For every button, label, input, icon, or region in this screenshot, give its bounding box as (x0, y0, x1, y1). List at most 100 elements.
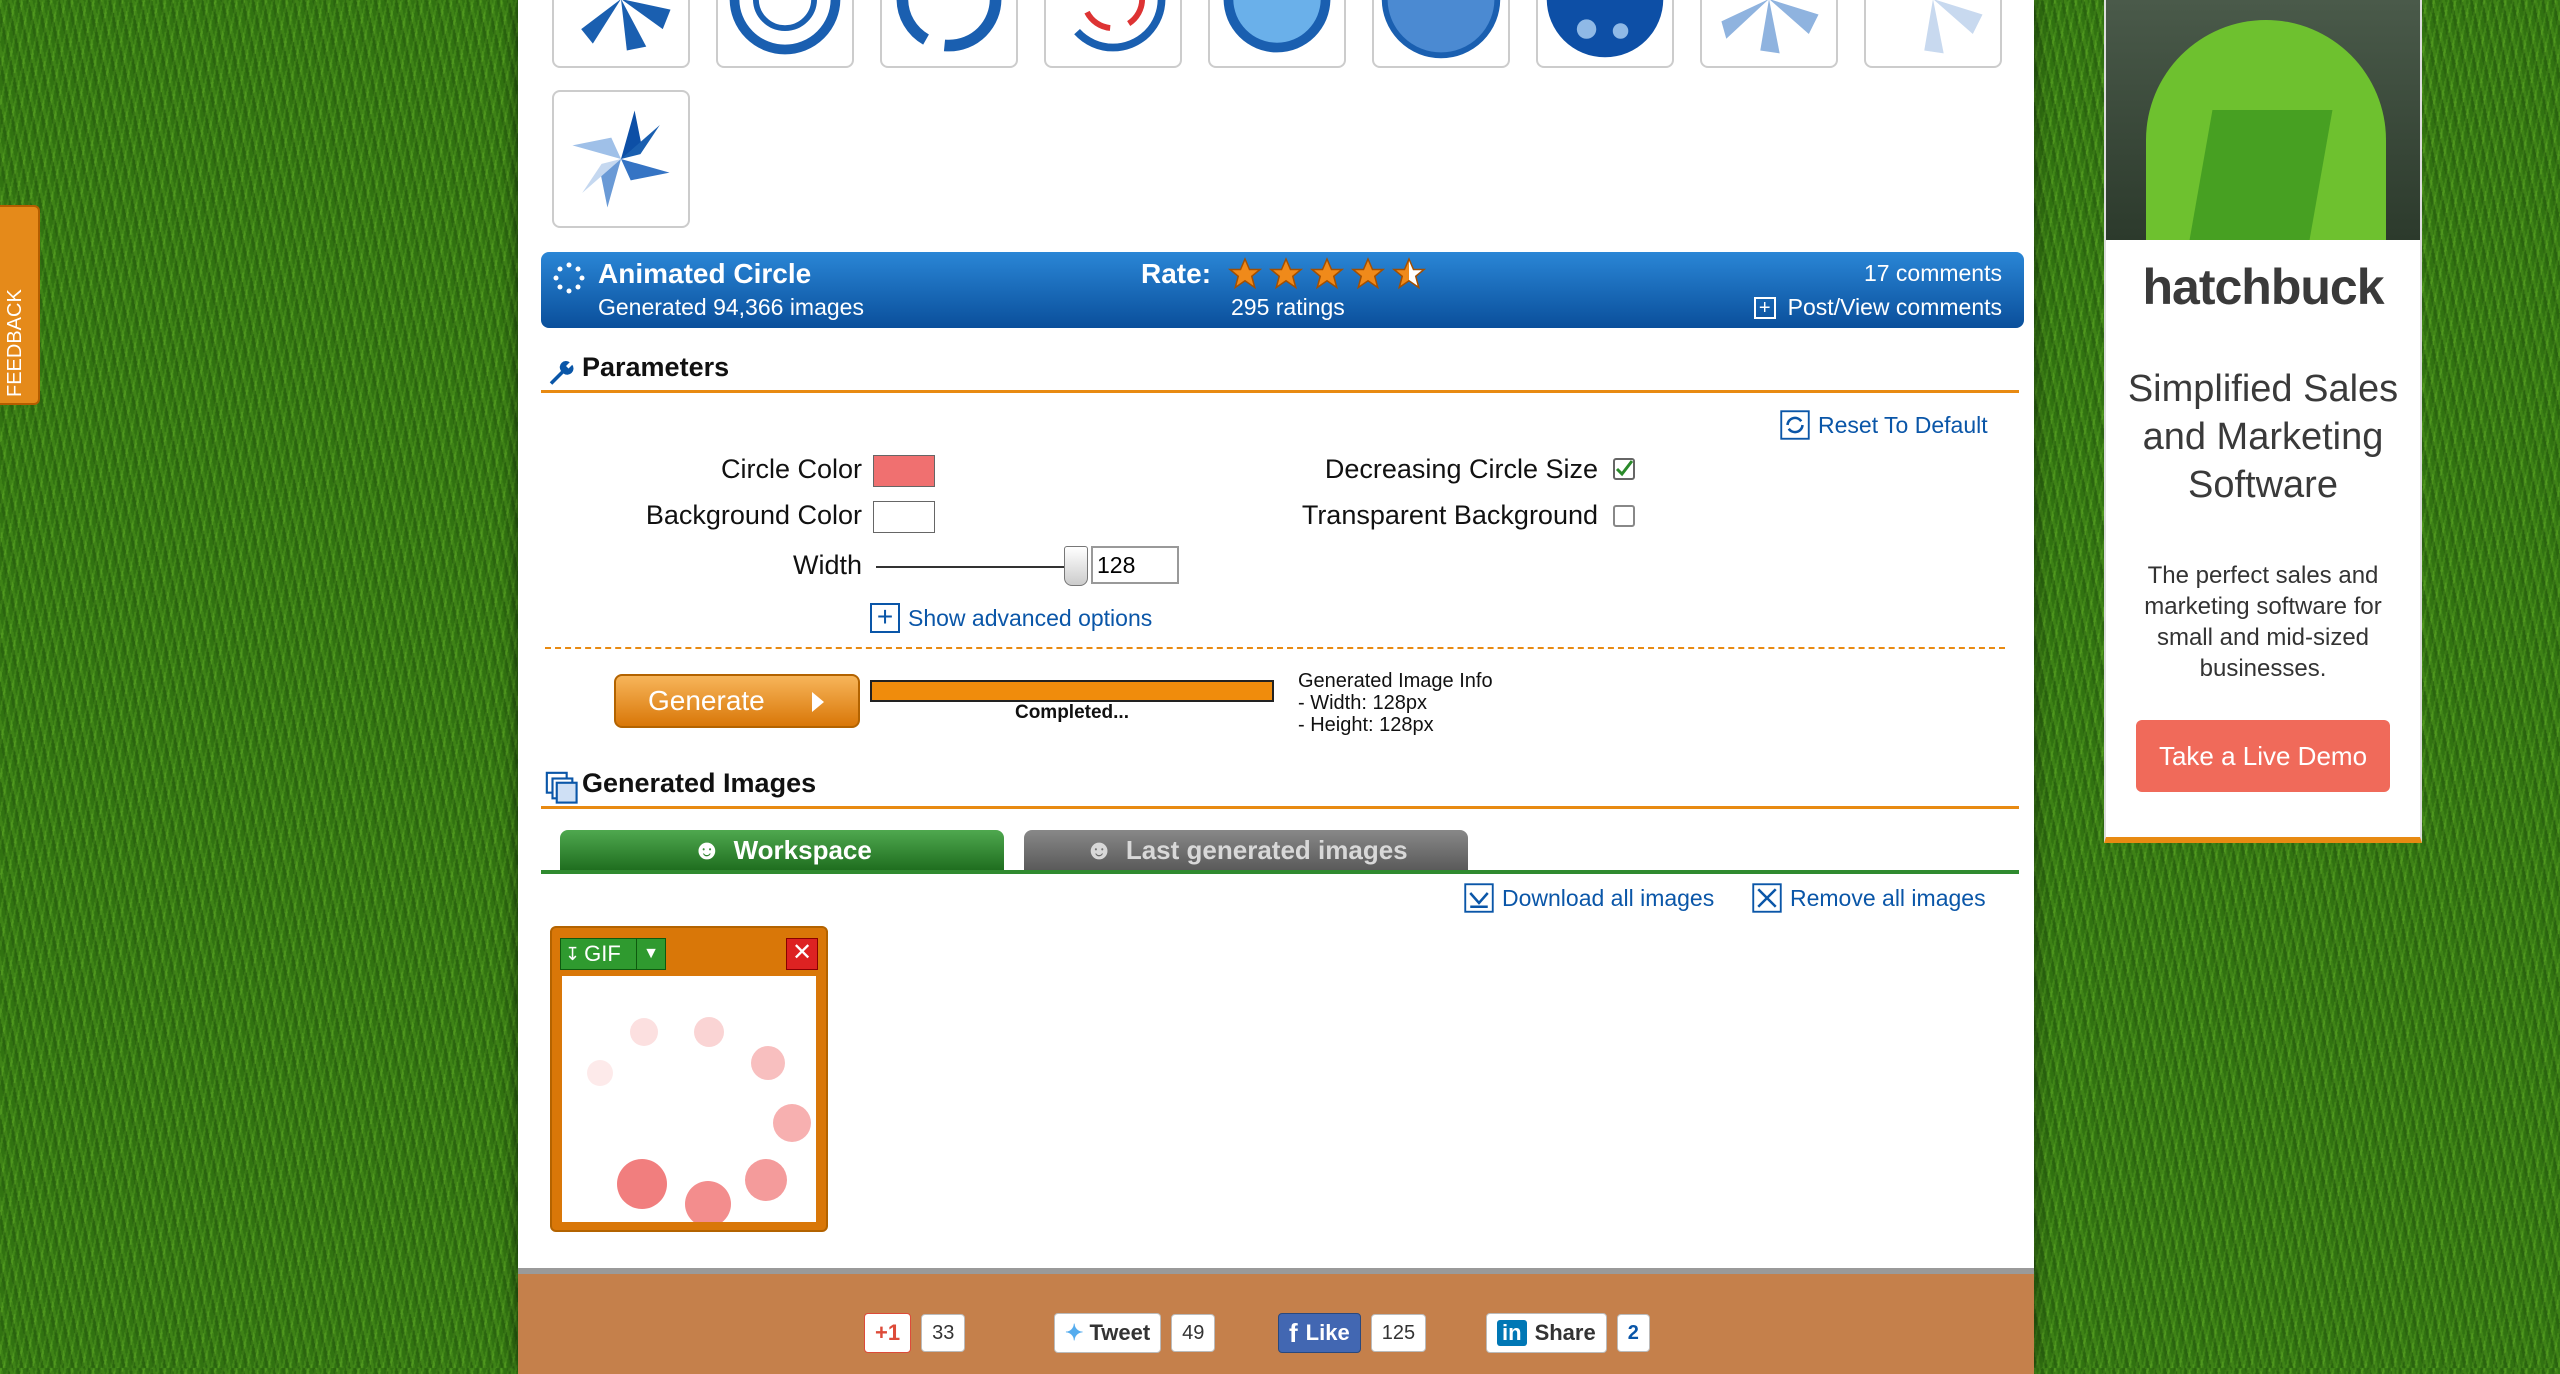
preset-thumb[interactable] (1536, 0, 1674, 68)
ad-body: The perfect sales and marketing software… (2144, 562, 2382, 682)
transparent-bg-label: Transparent Background (1301, 500, 1598, 530)
feedback-label: FEEDBACK (4, 289, 26, 397)
width-slider-track[interactable] (876, 566, 1076, 568)
progress-bar (870, 680, 1274, 702)
remove-all-label: Remove all images (1790, 884, 1986, 911)
close-icon[interactable]: ✕ (786, 938, 818, 970)
format-label: GIF (584, 941, 621, 966)
preset-thumb[interactable] (552, 0, 690, 68)
download-gif-button[interactable]: ↧ GIF (560, 938, 638, 970)
section-divider (541, 390, 2019, 393)
tweet-count: 49 (1171, 1314, 1216, 1352)
download-icon: ↧ (565, 943, 581, 964)
plus-icon: + (870, 603, 900, 633)
rate-label: Rate: (1141, 258, 1212, 289)
background-color-swatch[interactable] (873, 501, 935, 533)
linkedin-icon: in (1497, 1320, 1527, 1346)
download-icon (1464, 883, 1494, 913)
refresh-icon (1780, 410, 1810, 440)
post-view-comments-link[interactable]: + Post/View comments (1753, 294, 2002, 321)
generated-image-preview (562, 976, 816, 1227)
ad-photo (2106, 0, 2420, 240)
tab-last-generated[interactable]: ☻ Last generated images (1024, 830, 1468, 870)
download-all-label: Download all images (1502, 884, 1715, 911)
person-icon: ☻ (692, 834, 722, 865)
facebook-like[interactable]: f Like 125 (1278, 1312, 1427, 1354)
width-slider-handle[interactable] (1064, 546, 1088, 586)
rating-stars[interactable] (1227, 256, 1427, 292)
like-label: Like (1305, 1320, 1350, 1345)
linkedin-button[interactable]: in Share (1486, 1313, 1607, 1353)
arrow-right-icon (812, 692, 824, 712)
background-color-label: Background Color (645, 500, 862, 530)
gplus-button[interactable]: +1 (864, 1313, 912, 1353)
half-star-icon[interactable] (1391, 256, 1427, 292)
star-icon[interactable] (1227, 256, 1263, 292)
people-icon: ☻ (1084, 834, 1114, 865)
ratings-count: 295 ratings (1231, 294, 1345, 320)
share-count: 2 (1616, 1314, 1650, 1352)
generate-label: Generate (648, 685, 765, 716)
post-view-label: Post/View comments (1787, 294, 2002, 320)
tweet-button[interactable]: ✦ Tweet (1054, 1313, 1162, 1353)
info-title: Generated Image Info (1298, 670, 1493, 692)
download-all-link[interactable]: Download all images (1464, 883, 1714, 913)
tab-workspace-label: Workspace (733, 834, 872, 865)
transparent-bg-checkbox[interactable] (1613, 505, 1635, 527)
checkmark-icon (1615, 460, 1634, 477)
circle-color-label: Circle Color (720, 454, 862, 484)
ad-headline: Simplified Sales and Marketing Software (2127, 368, 2399, 506)
remove-all-link[interactable]: Remove all images (1752, 883, 1986, 913)
like-count: 125 (1370, 1314, 1427, 1352)
footer: +1 33 ✦ Tweet 49 f Like 125 in Share 2 (518, 1268, 2034, 1374)
preset-thumb[interactable] (1372, 0, 1510, 68)
preset-thumb[interactable] (880, 0, 1018, 68)
wrench-icon (549, 361, 574, 385)
generated-count: Generated 94,366 images (598, 294, 864, 320)
info-width: - Width: 128px (1298, 692, 1427, 714)
preset-thumb[interactable] (1208, 0, 1346, 68)
gplus-count: 33 (921, 1314, 966, 1352)
gplus-share[interactable]: +1 33 (864, 1312, 966, 1354)
star-icon[interactable] (1268, 256, 1304, 292)
spinner-icon (553, 262, 585, 294)
preset-thumb[interactable] (716, 0, 854, 68)
ad-banner[interactable]: hatchbuck Simplified Sales and Marketing… (2104, 0, 2422, 843)
linkedin-share[interactable]: in Share 2 (1486, 1312, 1650, 1354)
loader-title: Animated Circle (598, 258, 812, 289)
twitter-icon: ✦ (1065, 1320, 1084, 1345)
reset-default-link[interactable]: Reset To Default (1780, 410, 1988, 440)
like-button[interactable]: f Like (1278, 1313, 1361, 1353)
progress-status: Completed... (1014, 702, 1129, 723)
loader-header-bar: Animated Circle Generated 94,366 images … (541, 252, 2024, 328)
comments-count: 17 comments (1863, 260, 2002, 286)
decreasing-size-label: Decreasing Circle Size (1324, 454, 1598, 484)
images-stack-icon (545, 771, 578, 804)
generated-image-card: ↧ GIF ▼ ✕ (550, 926, 828, 1232)
star-icon[interactable] (1350, 256, 1386, 292)
preset-thumb[interactable] (1864, 0, 2002, 68)
share-label: Share (1534, 1320, 1596, 1345)
ad-brand: hatchbuck (2142, 259, 2384, 315)
tab-last-label: Last generated images (1125, 834, 1408, 865)
preset-thumb[interactable] (1700, 0, 1838, 68)
width-input[interactable] (1091, 546, 1179, 584)
preset-thumb[interactable] (1044, 0, 1182, 68)
progress-fill (872, 682, 1272, 700)
tweet-label: Tweet (1089, 1320, 1151, 1345)
reset-label: Reset To Default (1818, 411, 1988, 438)
decreasing-size-checkbox[interactable] (1613, 458, 1635, 480)
ad-cta-button[interactable]: Take a Live Demo (2136, 720, 2390, 792)
circle-color-swatch[interactable] (873, 455, 935, 487)
show-advanced-link[interactable]: + Show advanced options (870, 603, 1152, 633)
section-divider (541, 806, 2019, 809)
preset-thumb-pinwheel[interactable] (552, 90, 690, 228)
tweet-share[interactable]: ✦ Tweet 49 (1054, 1312, 1216, 1354)
tab-workspace[interactable]: ☻ Workspace (560, 830, 1004, 870)
star-icon[interactable] (1309, 256, 1345, 292)
tabs-baseline (541, 870, 2019, 874)
feedback-tab[interactable]: FEEDBACK (0, 205, 40, 405)
advanced-label: Show advanced options (908, 604, 1153, 631)
format-dropdown-icon[interactable]: ▼ (636, 938, 666, 970)
generate-button[interactable]: Generate (614, 674, 860, 728)
